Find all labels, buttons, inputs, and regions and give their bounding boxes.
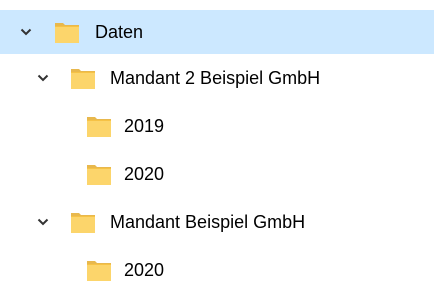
- chevron-down-icon[interactable]: [37, 216, 49, 228]
- folder-tree: Daten Mandant 2 Beispiel GmbH 2019 2020: [0, 0, 434, 286]
- tree-item-mandant-2[interactable]: Mandant 2 Beispiel GmbH: [0, 56, 434, 100]
- tree-item-label: 2020: [124, 164, 165, 184]
- tree-item-label: 2020: [124, 260, 165, 280]
- chevron-down-icon[interactable]: [20, 26, 32, 38]
- tree-item-label: Mandant 2 Beispiel GmbH: [110, 68, 321, 88]
- tree-item-label: Daten: [95, 22, 144, 42]
- tree-item-mandant[interactable]: Mandant Beispiel GmbH: [0, 200, 434, 244]
- folder-icon: [87, 165, 111, 185]
- tree-item-2019[interactable]: 2019: [0, 104, 434, 148]
- folder-icon: [87, 117, 111, 137]
- tree-item-daten[interactable]: Daten: [0, 10, 434, 54]
- folder-icon: [71, 69, 95, 89]
- folder-icon: [87, 261, 111, 281]
- tree-item-label: Mandant Beispiel GmbH: [110, 212, 306, 232]
- folder-icon: [71, 213, 95, 233]
- tree-item-label: 2019: [124, 116, 165, 136]
- tree-item-2020[interactable]: 2020: [0, 152, 434, 196]
- folder-icon: [55, 23, 79, 43]
- chevron-down-icon[interactable]: [37, 72, 49, 84]
- tree-item-2020[interactable]: 2020: [0, 248, 434, 286]
